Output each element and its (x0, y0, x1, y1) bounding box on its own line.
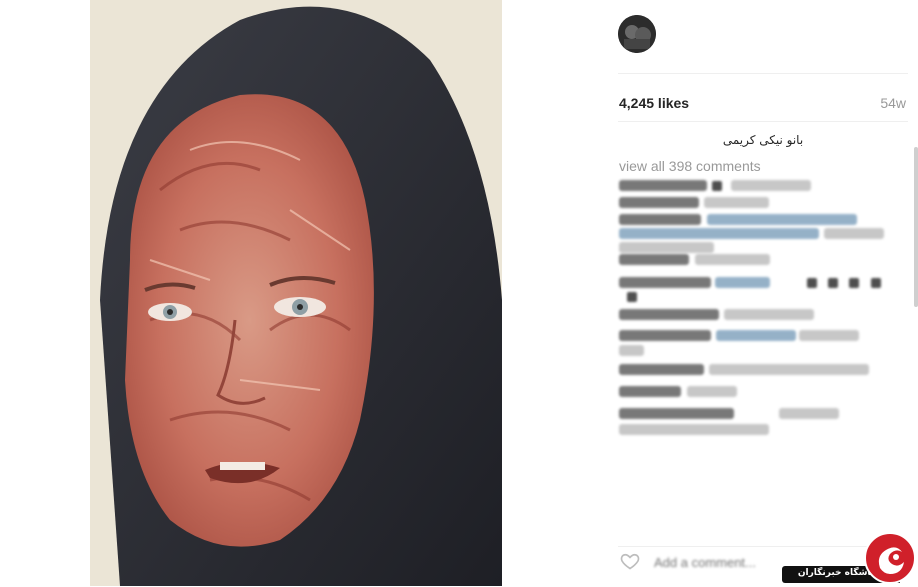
comment-row (619, 330, 904, 360)
comment-row (619, 277, 904, 305)
comment-row (619, 180, 904, 197)
divider (618, 73, 908, 74)
post-details-panel: 4,245 likes 54w بانو نیکی کریمی view all… (602, 0, 918, 586)
post-header (602, 0, 918, 72)
user-avatar[interactable] (618, 15, 656, 53)
post-age[interactable]: 54w (880, 95, 906, 111)
watermark-emblem-icon (864, 532, 916, 584)
comment-row (619, 197, 904, 214)
likes-count[interactable]: 4,245 likes (619, 95, 689, 111)
post-caption: بانو نیکی کریمی (722, 133, 804, 147)
comments-list (619, 180, 904, 438)
comment-row (619, 254, 904, 271)
comment-row (619, 364, 904, 381)
post-image (90, 0, 502, 586)
heart-icon[interactable] (620, 551, 640, 571)
comment-row (619, 309, 904, 326)
divider (618, 121, 908, 122)
comment-row (619, 214, 904, 254)
comment-row (619, 386, 904, 403)
view-all-comments-link[interactable]: view all 398 comments (619, 158, 761, 174)
watermark-logo: باشگاه خبرنگاران (782, 532, 918, 586)
comment-row (619, 408, 904, 438)
comments-scrollbar[interactable] (914, 147, 918, 307)
